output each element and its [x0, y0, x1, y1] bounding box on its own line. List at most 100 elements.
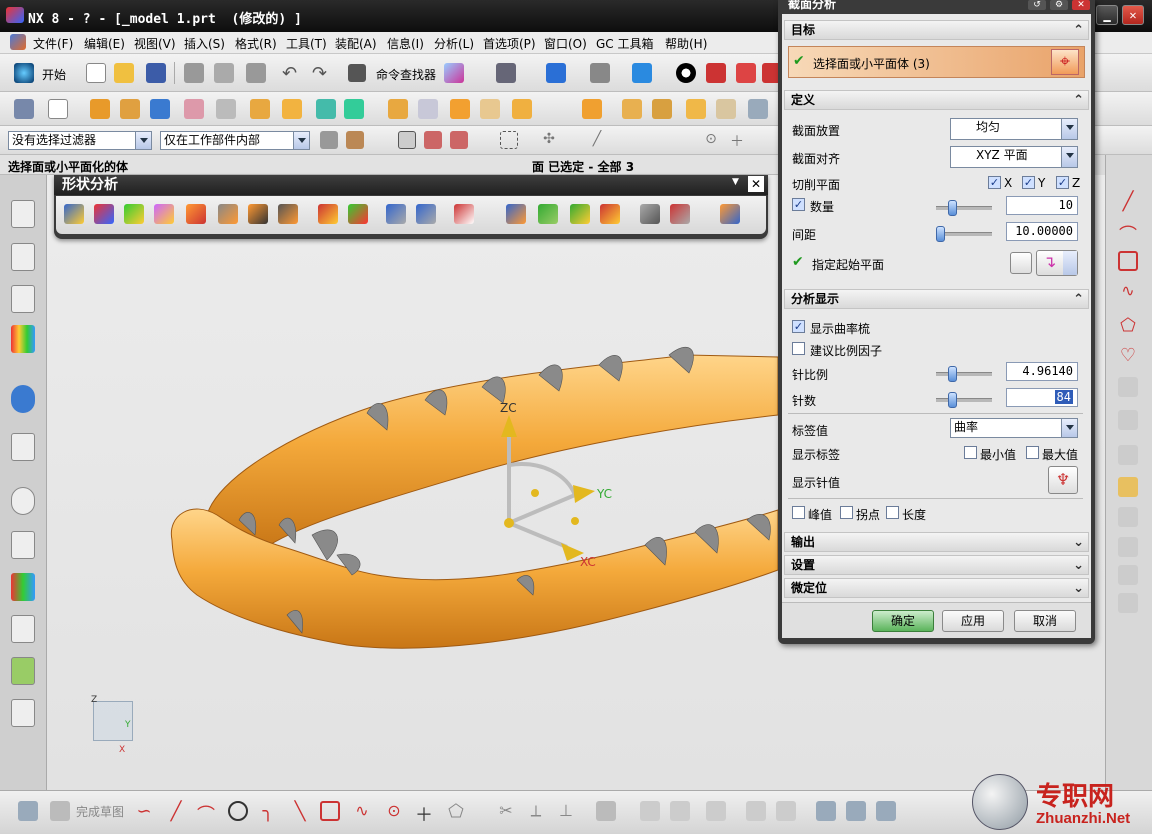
part-icon[interactable] — [706, 63, 726, 83]
rectangle-icon[interactable] — [320, 801, 340, 821]
count-checkbox[interactable]: ✓ — [792, 198, 805, 211]
spacing-input[interactable]: 10.00000 — [1006, 222, 1078, 241]
polygon-icon[interactable]: ⬠ — [1118, 315, 1138, 336]
face-curvature-icon[interactable] — [94, 204, 114, 224]
label-value-dropdown[interactable]: 曲率 — [950, 418, 1078, 438]
menu-format[interactable]: 格式(R) — [235, 35, 277, 52]
face-blend-icon[interactable] — [716, 99, 736, 119]
quick-trim-icon[interactable]: ✂ — [496, 801, 516, 821]
finish-sketch-button[interactable]: 完成草图 — [76, 803, 124, 820]
scope-dropdown[interactable]: 仅在工作部件内部 — [160, 131, 310, 150]
start-icon[interactable] — [14, 63, 34, 83]
hole-icon[interactable] — [184, 99, 204, 119]
clearance-icon[interactable] — [670, 204, 690, 224]
draft-view-icon[interactable] — [640, 204, 660, 224]
offset-icon[interactable] — [596, 801, 616, 821]
cube-view-icon[interactable] — [632, 63, 652, 83]
quick-extend-icon[interactable]: ⟂ — [526, 801, 546, 821]
menu-help[interactable]: 帮助(H) — [665, 35, 707, 52]
trim-curve-icon[interactable] — [1118, 593, 1138, 613]
update-model-icon[interactable] — [846, 801, 866, 821]
gear-icon[interactable]: ⚙ — [1050, 0, 1068, 10]
roles-icon[interactable] — [11, 657, 35, 685]
spacing-slider[interactable] — [936, 226, 992, 242]
reflection-icon[interactable] — [124, 204, 144, 224]
chamfer-icon[interactable]: ╲ — [290, 801, 310, 822]
fillet-curve-icon[interactable]: ♡ — [1118, 345, 1138, 366]
intersect-curve-icon[interactable] — [1118, 445, 1138, 465]
inflection-checkbox[interactable] — [840, 506, 853, 519]
profile-icon[interactable]: ∽ — [134, 801, 154, 822]
grid-analysis-icon[interactable] — [538, 204, 558, 224]
dimension-icon[interactable] — [706, 801, 726, 821]
new-file-icon[interactable] — [86, 63, 106, 83]
select-face-row[interactable]: ✔ 选择面或小平面体 (3) ⌖ — [788, 46, 1085, 78]
plane-type-dropdown[interactable]: ↴ — [1036, 250, 1078, 276]
app-menu-icon[interactable] — [10, 34, 26, 50]
section-definition[interactable]: 定义 ⌃ — [784, 90, 1089, 110]
unite-icon[interactable] — [344, 99, 364, 119]
offset-curve-icon[interactable] — [1118, 377, 1138, 397]
fit-view-icon[interactable] — [546, 63, 566, 83]
selection-icon[interactable] — [496, 63, 516, 83]
arc-icon[interactable]: ⌒ — [1118, 221, 1138, 246]
menu-insert[interactable]: 插入(S) — [184, 35, 225, 52]
datum-icon[interactable] — [48, 99, 68, 119]
section-fine-position[interactable]: 微定位 ⌄ — [784, 578, 1089, 598]
cancel-button[interactable]: 取消 — [1014, 610, 1076, 632]
reset-icon[interactable]: ↺ — [1028, 0, 1046, 10]
extrude-icon[interactable] — [90, 99, 110, 119]
min-value-checkbox[interactable] — [964, 446, 977, 459]
line-icon[interactable]: ╱ — [1118, 191, 1138, 212]
manufacturing-wizards-icon[interactable] — [11, 615, 35, 643]
bridge-curve-icon[interactable] — [1118, 507, 1138, 527]
system-materials-icon[interactable] — [11, 531, 35, 559]
sew-icon[interactable] — [652, 99, 672, 119]
cut-plane-z-checkbox[interactable]: ✓ — [1056, 176, 1069, 189]
point-snap-icon[interactable]: ✣ — [540, 131, 558, 149]
display-mode-icon[interactable] — [444, 63, 464, 83]
paste-icon[interactable] — [246, 63, 266, 83]
chamfer-icon[interactable] — [418, 99, 438, 119]
continuity-icon[interactable] — [416, 204, 436, 224]
constraint-icon[interactable] — [670, 801, 690, 821]
reuse-library-icon[interactable] — [11, 325, 35, 353]
plus-icon[interactable]: ＋ — [414, 801, 434, 826]
thicken-icon[interactable] — [622, 99, 642, 119]
filter-options-icon[interactable] — [320, 131, 338, 149]
circle-icon[interactable] — [228, 801, 248, 821]
section-settings[interactable]: 设置 ⌄ — [784, 555, 1089, 575]
sketch-tool-icon[interactable] — [14, 99, 34, 119]
radius-icon[interactable] — [248, 204, 268, 224]
menu-assembly[interactable]: 装配(A) — [335, 35, 377, 52]
plane-dialog-icon[interactable] — [1010, 252, 1032, 274]
start-button[interactable]: 开始 — [42, 66, 66, 83]
toolbar-options-icon[interactable]: ▼ — [732, 177, 744, 189]
endpoint-snap-icon[interactable]: ╱ — [588, 131, 606, 149]
needle-comb-icon[interactable]: ♆ — [1048, 466, 1078, 494]
crosshair-select-icon[interactable]: ⌖ — [1051, 49, 1079, 75]
redo-icon[interactable]: ↷ — [312, 63, 332, 84]
extract-curve-icon[interactable] — [1118, 477, 1138, 497]
spline-icon[interactable]: ∿ — [352, 801, 372, 821]
assembly-navigator-icon[interactable] — [11, 200, 35, 228]
snap-icon[interactable] — [346, 131, 364, 149]
command-finder-icon[interactable] — [348, 64, 366, 82]
pad-icon[interactable] — [250, 99, 270, 119]
menu-view[interactable]: 视图(V) — [134, 35, 176, 52]
close-window-button[interactable]: ✕ — [1122, 5, 1144, 25]
quadrant-snap-icon[interactable]: ＋ — [728, 131, 746, 150]
mesh-icon[interactable] — [570, 204, 590, 224]
section-analysis-icon[interactable] — [318, 204, 338, 224]
max-value-checkbox[interactable] — [1026, 446, 1039, 459]
comb-display-icon[interactable] — [454, 204, 474, 224]
delay-evaluation-icon[interactable] — [876, 801, 896, 821]
select-feature-icon[interactable] — [424, 131, 442, 149]
undo-icon[interactable]: ↶ — [282, 63, 302, 84]
web-browser-icon[interactable] — [11, 433, 35, 461]
pattern-icon[interactable] — [316, 99, 336, 119]
deviation-icon[interactable] — [600, 204, 620, 224]
menu-gc-toolbox[interactable]: GC 工具箱 — [596, 35, 654, 52]
draft-icon[interactable] — [282, 99, 302, 119]
count-slider[interactable] — [936, 200, 992, 216]
